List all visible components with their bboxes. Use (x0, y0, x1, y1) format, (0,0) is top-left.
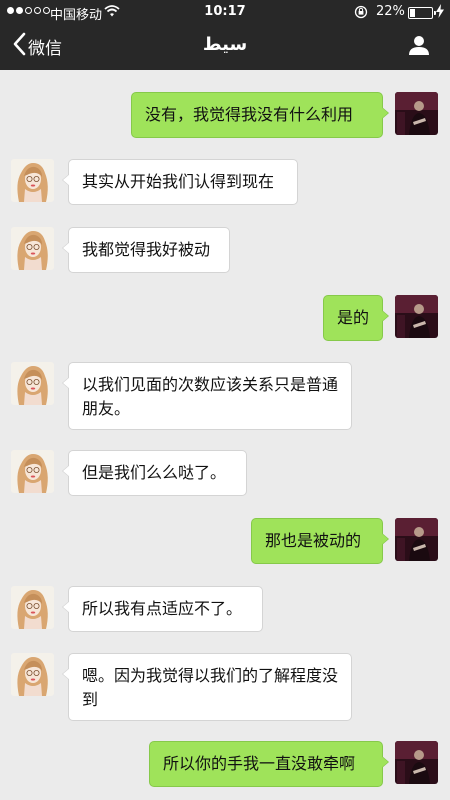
incoming-message-bubble[interactable]: 以我们见面的次数应该关系只是普通朋友。 (62, 362, 352, 430)
contact-avatar[interactable] (11, 227, 54, 270)
charging-icon (436, 4, 444, 22)
outgoing-message-bubble[interactable]: 所以你的手我一直没敢牵啊 (149, 741, 389, 787)
incoming-message-bubble[interactable]: 嗯。因为我觉得以我们的了解程度没到 (62, 653, 352, 721)
my-avatar[interactable] (395, 295, 438, 338)
top-bar: 中国移动 10:17 22% 微信 سيط (0, 0, 450, 70)
message-row: 没有，我觉得我没有什么利用 (0, 92, 450, 138)
person-icon (408, 36, 430, 60)
status-bar: 中国移动 10:17 22% (0, 0, 450, 24)
message-row: 嗯。因为我觉得以我们的了解程度没到 (0, 653, 450, 721)
my-avatar[interactable] (395, 741, 438, 784)
my-avatar[interactable] (395, 92, 438, 135)
incoming-message-bubble[interactable]: 所以我有点适应不了。 (62, 586, 263, 632)
rotation-lock-icon (354, 5, 368, 23)
incoming-message-bubble[interactable]: 我都觉得我好被动 (62, 227, 230, 273)
contact-avatar[interactable] (11, 362, 54, 405)
battery-icon (408, 7, 436, 19)
battery-percent: 22% (376, 4, 405, 19)
outgoing-message-bubble[interactable]: 那也是被动的 (251, 518, 389, 564)
contact-profile-button[interactable] (408, 34, 430, 60)
message-row: 其实从开始我们认得到现在 (0, 159, 450, 205)
my-avatar[interactable] (395, 518, 438, 561)
message-row: 以我们见面的次数应该关系只是普通朋友。 (0, 362, 450, 430)
contact-avatar[interactable] (11, 450, 54, 493)
contact-avatar[interactable] (11, 586, 54, 629)
contact-avatar[interactable] (11, 159, 54, 202)
nav-bar: 微信 سيط (0, 24, 450, 70)
outgoing-message-bubble[interactable]: 是的 (323, 295, 389, 341)
incoming-message-bubble[interactable]: 但是我们么么哒了。 (62, 450, 247, 496)
message-row: 那也是被动的 (0, 518, 450, 564)
chat-title: سيط (202, 34, 248, 55)
chat-screen: 中国移动 10:17 22% 微信 سيط 没有，我觉得我没有什么利用 其实从开… (0, 0, 450, 800)
incoming-message-bubble[interactable]: 其实从开始我们认得到现在 (62, 159, 298, 205)
message-row: 但是我们么么哒了。 (0, 450, 450, 496)
outgoing-message-bubble[interactable]: 没有，我觉得我没有什么利用 (131, 92, 389, 138)
message-row: 所以我有点适应不了。 (0, 586, 450, 632)
message-list[interactable]: 没有，我觉得我没有什么利用其实从开始我们认得到现在 我都觉得我好被动是的以我们见面… (0, 70, 450, 800)
message-row: 是的 (0, 295, 450, 341)
message-row: 我都觉得我好被动 (0, 227, 450, 273)
message-row: 所以你的手我一直没敢牵啊 (0, 741, 450, 787)
contact-avatar[interactable] (11, 653, 54, 696)
